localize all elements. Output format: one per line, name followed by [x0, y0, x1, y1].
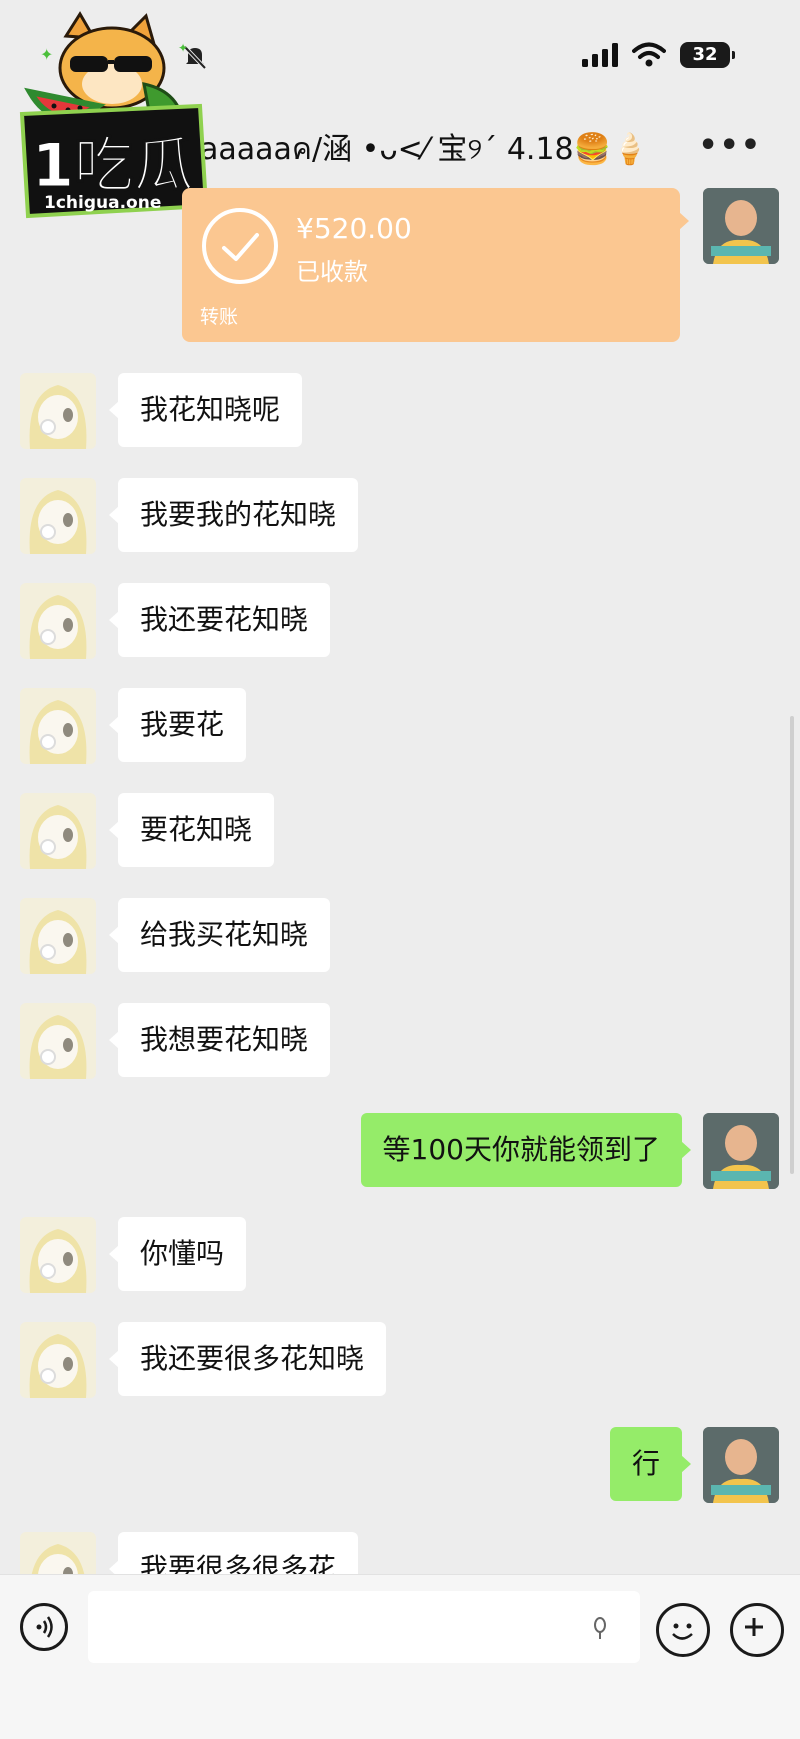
- transfer-amount: ¥520.00: [296, 212, 412, 245]
- battery-indicator: 32: [680, 42, 735, 68]
- svg-text:✦: ✦: [178, 41, 188, 55]
- received-message-bubble[interactable]: 要花知晓: [108, 793, 275, 867]
- contact-avatar[interactable]: [20, 898, 96, 974]
- watermark-brand: 1吃瓜: [32, 131, 194, 201]
- received-message-bubble[interactable]: 我要花: [108, 688, 247, 762]
- contact-avatar[interactable]: [20, 583, 96, 659]
- received-message-bubble[interactable]: 我要我的花知晓: [108, 478, 359, 552]
- message-input[interactable]: [88, 1591, 640, 1663]
- transfer-label: 转账: [200, 306, 239, 328]
- wifi-icon: [632, 42, 666, 67]
- sent-message-bubble[interactable]: 行: [609, 1427, 692, 1501]
- my-avatar[interactable]: [703, 1427, 779, 1503]
- contact-avatar[interactable]: [20, 688, 96, 764]
- svg-text:✦: ✦: [40, 45, 53, 64]
- contact-avatar[interactable]: [20, 373, 96, 449]
- plus-icon[interactable]: [730, 1603, 784, 1657]
- contact-avatar[interactable]: [20, 1003, 96, 1079]
- received-message-bubble[interactable]: 我还要很多花知晓: [108, 1322, 387, 1396]
- chat-title: aaaaaค/涵 •ᴗ<⁄ 宝୨ˊ 4.18🍔🍦: [200, 132, 649, 167]
- my-avatar[interactable]: [703, 1113, 779, 1189]
- input-bar: [0, 1574, 800, 1739]
- received-message-bubble[interactable]: 我花知晓呢: [108, 373, 303, 447]
- emoji-icon[interactable]: [656, 1603, 710, 1657]
- transfer-status: 已收款: [296, 258, 368, 286]
- contact-avatar[interactable]: [20, 1322, 96, 1398]
- contact-avatar[interactable]: [20, 478, 96, 554]
- cursor-indicator-icon: [594, 1617, 606, 1639]
- check-circle-icon: [202, 208, 278, 284]
- transfer-card[interactable]: ¥520.00 已收款 转账: [182, 188, 689, 342]
- received-message-bubble[interactable]: 我还要花知晓: [108, 583, 331, 657]
- more-icon[interactable]: •••: [698, 128, 762, 163]
- watermark-site: 1chigua.one: [44, 193, 161, 213]
- voice-icon[interactable]: [20, 1603, 68, 1651]
- signal-icon: [582, 43, 618, 67]
- contact-avatar[interactable]: [20, 793, 96, 869]
- contact-avatar[interactable]: [20, 1217, 96, 1293]
- received-message-bubble[interactable]: 你懂吗: [108, 1217, 247, 1291]
- my-avatar[interactable]: [703, 188, 779, 264]
- received-message-bubble[interactable]: 我想要花知晓: [108, 1003, 331, 1077]
- sent-message-bubble[interactable]: 等100天你就能领到了: [360, 1113, 692, 1187]
- scrollbar[interactable]: [790, 716, 794, 1174]
- received-message-bubble[interactable]: 给我买花知晓: [108, 898, 331, 972]
